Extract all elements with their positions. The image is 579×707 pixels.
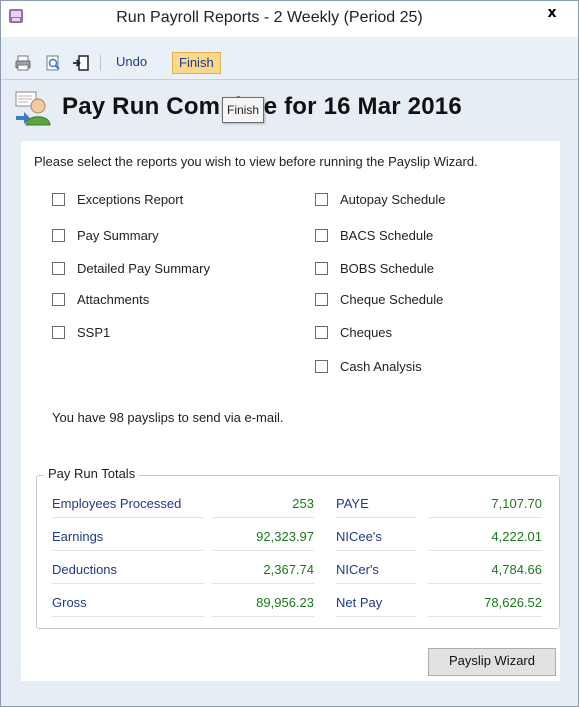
checkbox[interactable] (52, 261, 65, 275)
close-button[interactable]: x (529, 0, 575, 28)
window-title: Run Payroll Reports - 2 Weekly (Period 2… (116, 9, 423, 26)
checkbox-label: BOBS Schedule (340, 260, 434, 276)
totals-value: 4,784.66 (428, 557, 542, 584)
checkbox[interactable] (315, 359, 328, 373)
ssp1-checkbox[interactable]: SSP1 (52, 322, 110, 342)
checkbox-label: Cheque Schedule (340, 291, 444, 307)
totals-label: PAYE (336, 491, 416, 518)
cash-analysis-checkbox[interactable]: Cash Analysis (315, 356, 422, 376)
attachments-checkbox[interactable]: Attachments (52, 289, 149, 309)
bacs-schedule-checkbox[interactable]: BACS Schedule (315, 225, 433, 245)
checkbox-label: Autopay Schedule (340, 191, 446, 207)
instructions-text: Please select the reports you wish to vi… (34, 154, 478, 169)
totals-value: 4,222.01 (428, 524, 542, 551)
totals-value: 78,626.52 (428, 590, 542, 617)
checkbox[interactable] (52, 292, 65, 306)
payslip-wizard-button[interactable]: Payslip Wizard (428, 648, 556, 676)
totals-label: Employees Processed (52, 491, 204, 518)
bobs-schedule-checkbox[interactable]: BOBS Schedule (315, 258, 434, 278)
totals-label: NICee's (336, 524, 416, 551)
finish-tooltip: Finish (222, 97, 265, 123)
checkbox[interactable] (52, 228, 65, 242)
payroll-user-icon (15, 91, 51, 126)
cheques-checkbox[interactable]: Cheques (315, 322, 392, 342)
checkbox-label: BACS Schedule (340, 227, 434, 243)
totals-value: 2,367.74 (212, 557, 314, 584)
checkbox-label: Attachments (77, 291, 150, 307)
checkbox-label: Cheques (340, 324, 393, 340)
checkbox[interactable] (315, 261, 328, 275)
totals-value: 92,323.97 (212, 524, 314, 551)
undo-button[interactable]: Undo (110, 52, 153, 72)
email-payslips-message: You have 98 payslips to send via e-mail. (52, 410, 284, 425)
toolbar-separator (100, 55, 101, 71)
checkbox[interactable] (52, 192, 65, 206)
printer-icon[interactable] (14, 54, 32, 72)
cheque-schedule-checkbox[interactable]: Cheque Schedule (315, 289, 443, 309)
totals-label: Net Pay (336, 590, 416, 617)
checkbox[interactable] (315, 228, 328, 242)
totals-label: Gross (52, 590, 204, 617)
checkbox[interactable] (315, 325, 328, 339)
totals-label: Deductions (52, 557, 204, 584)
checkbox-label: SSP1 (77, 324, 111, 340)
totals-label: NICer's (336, 557, 416, 584)
pay-summary-checkbox[interactable]: Pay Summary (52, 225, 159, 245)
detailed-pay-summary-checkbox[interactable]: Detailed Pay Summary (52, 258, 210, 278)
totals-label: Earnings (52, 524, 204, 551)
checkbox-label: Detailed Pay Summary (77, 260, 210, 276)
exceptions-report-checkbox[interactable]: Exceptions Report (52, 189, 183, 209)
print-preview-icon[interactable] (44, 54, 62, 72)
export-icon[interactable] (72, 54, 90, 72)
autopay-schedule-checkbox[interactable]: Autopay Schedule (315, 189, 446, 209)
totals-value: 253 (212, 491, 314, 518)
checkbox[interactable] (52, 325, 65, 339)
totals-value: 7,107.70 (428, 491, 542, 518)
checkbox-label: Exceptions Report (77, 191, 184, 207)
checkbox-label: Pay Summary (77, 227, 159, 243)
checkbox-label: Cash Analysis (340, 358, 422, 374)
totals-value: 89,956.23 (212, 590, 314, 617)
checkbox[interactable] (315, 192, 328, 206)
finish-button[interactable]: Finish (172, 52, 221, 74)
pay-run-totals-legend: Pay Run Totals (44, 466, 140, 481)
checkbox[interactable] (315, 292, 328, 306)
